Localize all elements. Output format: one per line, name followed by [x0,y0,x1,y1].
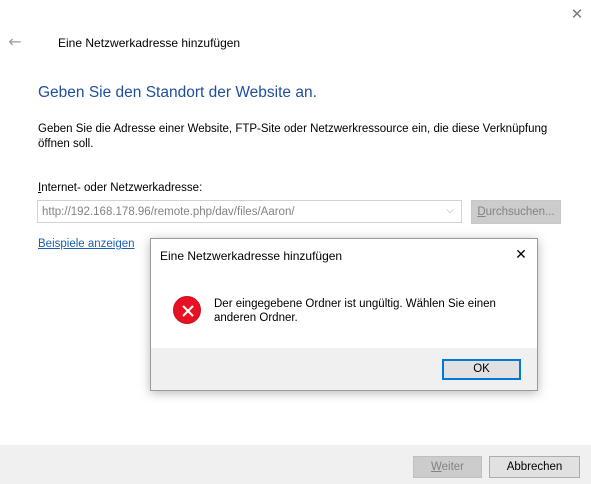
address-label: Internet- oder Netzwerkadresse: [38,182,202,194]
address-combobox[interactable]: ⌵ [37,200,462,223]
back-arrow-icon[interactable]: ← [6,33,24,51]
window-close-button[interactable]: ✕ [566,4,588,24]
browse-label: urchsuchen... [485,206,555,218]
dialog-title: Eine Netzwerkadresse hinzufügen [160,249,343,263]
page-heading: Geben Sie den Standort der Website an. [38,84,317,101]
next-label: eiter [441,461,465,473]
examples-link[interactable]: Beispiele anzeigen [38,238,135,250]
address-label-text: nternet- oder Netzwerkadresse: [41,182,203,194]
error-dialog: Eine Netzwerkadresse hinzufügen ✕ Der ei… [150,238,538,391]
dialog-message: Der eingegebene Ordner ist ungültig. Wäh… [214,298,496,324]
cancel-button[interactable]: Abbrechen [489,456,580,478]
next-button[interactable]: Weiter [413,456,482,478]
browse-button[interactable]: Durchsuchen... [471,200,561,224]
error-icon [173,296,201,324]
wizard-title: Eine Netzwerkadresse hinzufügen [58,36,241,50]
next-mnemonic: W [430,461,442,473]
chevron-down-icon[interactable]: ⌵ [443,204,457,218]
dialog-close-button[interactable]: ✕ [511,245,531,265]
page-description: Geben Sie die Adresse einer Website, FTP… [38,123,548,150]
ok-button[interactable]: OK [442,359,521,380]
browse-mnemonic: D [477,206,486,218]
address-input[interactable] [38,201,438,222]
